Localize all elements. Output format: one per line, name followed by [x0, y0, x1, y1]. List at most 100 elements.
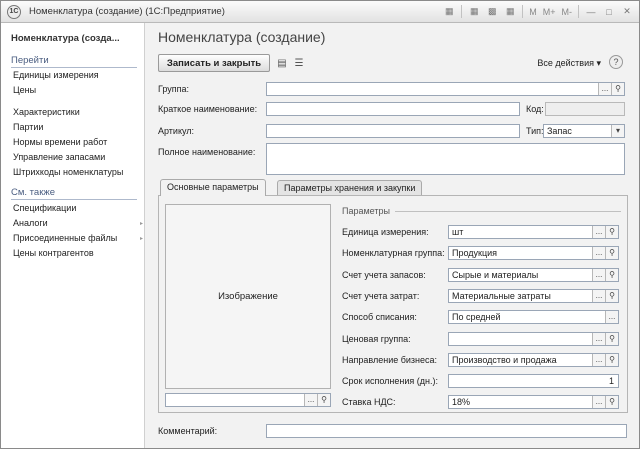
select-button-icon[interactable]: ...: [598, 83, 611, 95]
full-name-label: Полное наименование:: [158, 147, 256, 157]
divider: [11, 67, 137, 68]
sidebar-item-specifications[interactable]: Спецификации: [13, 203, 76, 213]
tab-panel: Изображение ... ⚲ Параметры Единица изме…: [158, 195, 628, 413]
close-icon[interactable]: ✕: [619, 4, 635, 19]
group-field[interactable]: ... ⚲: [266, 82, 625, 96]
all-actions-menu[interactable]: Все действия ▾: [537, 58, 601, 69]
search-icon[interactable]: ⚲: [605, 226, 618, 238]
business-direction-value: Производство и продажа: [452, 355, 557, 365]
select-button-icon[interactable]: ...: [592, 396, 605, 408]
short-name-field[interactable]: [266, 102, 520, 116]
writeoff-method-label: Способ списания:: [342, 312, 417, 322]
nomenclature-group-value: Продукция: [452, 248, 498, 258]
search-icon[interactable]: ⚲: [605, 247, 618, 259]
search-icon[interactable]: ⚲: [611, 83, 624, 95]
sidebar-item-units[interactable]: Единицы измерения: [13, 70, 99, 80]
article-label: Артикул:: [158, 126, 195, 136]
select-button-icon[interactable]: ...: [592, 269, 605, 281]
unit-label: Единица измерения:: [342, 227, 429, 237]
writeoff-method-value: По средней: [452, 312, 501, 322]
dropdown-icon[interactable]: ▾: [611, 125, 624, 137]
vat-rate-label: Ставка НДС:: [342, 397, 396, 407]
select-button-icon[interactable]: ...: [304, 394, 317, 406]
cost-account-field[interactable]: Материальные затраты ... ⚲: [448, 289, 619, 303]
sidebar-item-characteristics[interactable]: Характеристики: [13, 107, 80, 117]
memory-minus-button[interactable]: M-: [560, 4, 575, 19]
sidebar-item-batches[interactable]: Партии: [13, 122, 43, 132]
unit-field[interactable]: шт ... ⚲: [448, 225, 619, 239]
unit-value: шт: [452, 227, 464, 237]
tab-main-params[interactable]: Основные параметры: [160, 179, 266, 196]
nomenclature-group-label: Номенклатурная группа:: [342, 248, 445, 258]
business-direction-field[interactable]: Производство и продажа ... ⚲: [448, 353, 619, 367]
stock-account-field[interactable]: Сырые и материалы ... ⚲: [448, 268, 619, 282]
sidebar-item-prices[interactable]: Цены: [13, 85, 36, 95]
type-value: Запас: [547, 126, 572, 136]
image-select-field[interactable]: ... ⚲: [165, 393, 331, 407]
code-label: Код:: [526, 104, 544, 114]
list-icon[interactable]: ☰: [292, 56, 306, 70]
sidebar-item-attached-files[interactable]: Присоединенные файлы: [13, 233, 117, 243]
cost-account-value: Материальные затраты: [452, 291, 551, 301]
search-icon[interactable]: ⚲: [605, 333, 618, 345]
lead-time-label: Срок исполнения (дн.):: [342, 376, 438, 386]
select-button-icon[interactable]: ...: [592, 290, 605, 302]
article-field[interactable]: [266, 124, 520, 138]
sidebar-item-work-norms[interactable]: Нормы времени работ: [13, 137, 107, 147]
writeoff-method-field[interactable]: По средней ...: [448, 310, 619, 324]
select-button-icon[interactable]: ...: [592, 333, 605, 345]
expand-arrow-icon: ▸: [140, 221, 144, 227]
section-go: Перейти: [11, 55, 49, 66]
full-name-field[interactable]: [266, 143, 625, 175]
select-button-icon[interactable]: ...: [592, 226, 605, 238]
minimize-icon[interactable]: —: [583, 4, 599, 19]
search-icon[interactable]: ⚲: [605, 396, 618, 408]
tab-storage-params[interactable]: Параметры хранения и закупки: [277, 180, 423, 196]
search-icon[interactable]: ⚲: [317, 394, 330, 406]
comment-field[interactable]: [266, 424, 627, 438]
app-window: 1С Номенклатура (создание) (1С:Предприят…: [0, 0, 640, 449]
calendar-icon[interactable]: ▦: [502, 4, 518, 19]
maximize-icon[interactable]: □: [601, 4, 617, 19]
sidebar-title[interactable]: Номенклатура (созда...: [11, 33, 120, 44]
sidebar-item-supplier-prices[interactable]: Цены контрагентов: [13, 248, 94, 258]
sidebar-item-analogs[interactable]: Аналоги: [13, 218, 48, 228]
help-icon[interactable]: ?: [609, 55, 623, 69]
search-icon[interactable]: ⚲: [605, 269, 618, 281]
search-icon[interactable]: ⚲: [605, 354, 618, 366]
stock-account-value: Сырые и материалы: [452, 270, 539, 280]
divider: [395, 211, 621, 212]
toolbar-divider: [461, 5, 463, 18]
type-label: Тип:: [526, 126, 544, 136]
lead-time-field[interactable]: 1: [448, 374, 619, 388]
toolbar-divider: [522, 5, 524, 18]
select-button-icon[interactable]: ...: [605, 311, 618, 323]
sidebar-item-barcodes[interactable]: Штрихкоды номенклатуры: [13, 167, 123, 177]
memory-plus-button[interactable]: M+: [541, 4, 558, 19]
page-title: Номенклатура (создание): [158, 29, 326, 45]
main-form: Номенклатура (создание) Записать и закры…: [146, 23, 639, 448]
sidebar-item-stock-management[interactable]: Управление запасами: [13, 152, 105, 162]
memory-m-button[interactable]: M: [527, 4, 539, 19]
1c-logo-icon: 1С: [7, 5, 21, 19]
calc-icon[interactable]: ▩: [484, 4, 500, 19]
expand-arrow-icon: ▸: [140, 236, 144, 242]
sidebar: Номенклатура (созда... Перейти Единицы и…: [1, 23, 145, 448]
type-field[interactable]: Запас ▾: [543, 124, 625, 138]
select-button-icon[interactable]: ...: [592, 354, 605, 366]
comment-label: Комментарий:: [158, 426, 218, 436]
price-group-field[interactable]: ... ⚲: [448, 332, 619, 346]
code-field[interactable]: [545, 102, 625, 116]
cost-account-label: Счет учета затрат:: [342, 291, 420, 301]
image-placeholder[interactable]: Изображение: [165, 204, 331, 389]
save-icon[interactable]: ▦: [441, 4, 457, 19]
vat-rate-field[interactable]: 18% ... ⚲: [448, 395, 619, 409]
nomenclature-group-field[interactable]: Продукция ... ⚲: [448, 246, 619, 260]
search-icon[interactable]: ⚲: [605, 290, 618, 302]
price-group-label: Ценовая группа:: [342, 334, 411, 344]
save-and-close-button[interactable]: Записать и закрыть: [158, 54, 270, 72]
select-button-icon[interactable]: ...: [592, 247, 605, 259]
table-icon[interactable]: ▦: [466, 4, 482, 19]
stock-account-label: Счет учета запасов:: [342, 270, 426, 280]
floppy-icon[interactable]: ▤: [275, 56, 289, 70]
